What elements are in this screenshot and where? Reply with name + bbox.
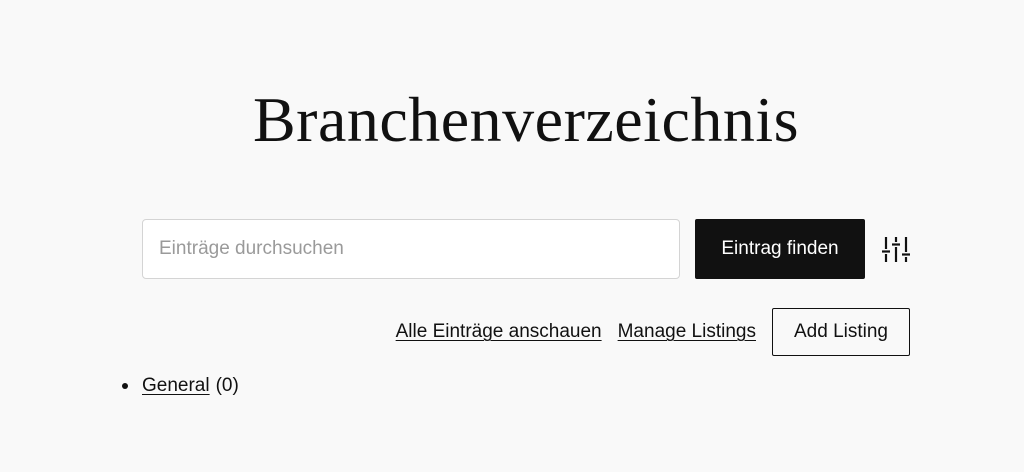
filter-toggle-button[interactable]: [881, 234, 911, 264]
category-list: General (0): [122, 372, 239, 400]
find-listing-button[interactable]: Eintrag finden: [695, 219, 865, 279]
category-item: General (0): [122, 372, 239, 400]
view-all-listings-link[interactable]: Alle Einträge anschauen: [396, 321, 602, 343]
manage-listings-link[interactable]: Manage Listings: [618, 321, 756, 343]
sliders-icon: [882, 237, 910, 262]
search-input[interactable]: [142, 219, 680, 279]
bullet-icon: [122, 383, 128, 389]
search-bar: Eintrag finden: [142, 219, 911, 279]
category-count: (0): [215, 375, 239, 396]
directory-page: Branchenverzeichnis Eintrag finden: [0, 0, 1024, 472]
listing-actions: Alle Einträge anschauen Manage Listings …: [396, 308, 910, 356]
category-link-general[interactable]: General: [142, 372, 210, 400]
page-title: Branchenverzeichnis: [252, 84, 800, 155]
add-listing-button[interactable]: Add Listing: [771, 308, 910, 356]
